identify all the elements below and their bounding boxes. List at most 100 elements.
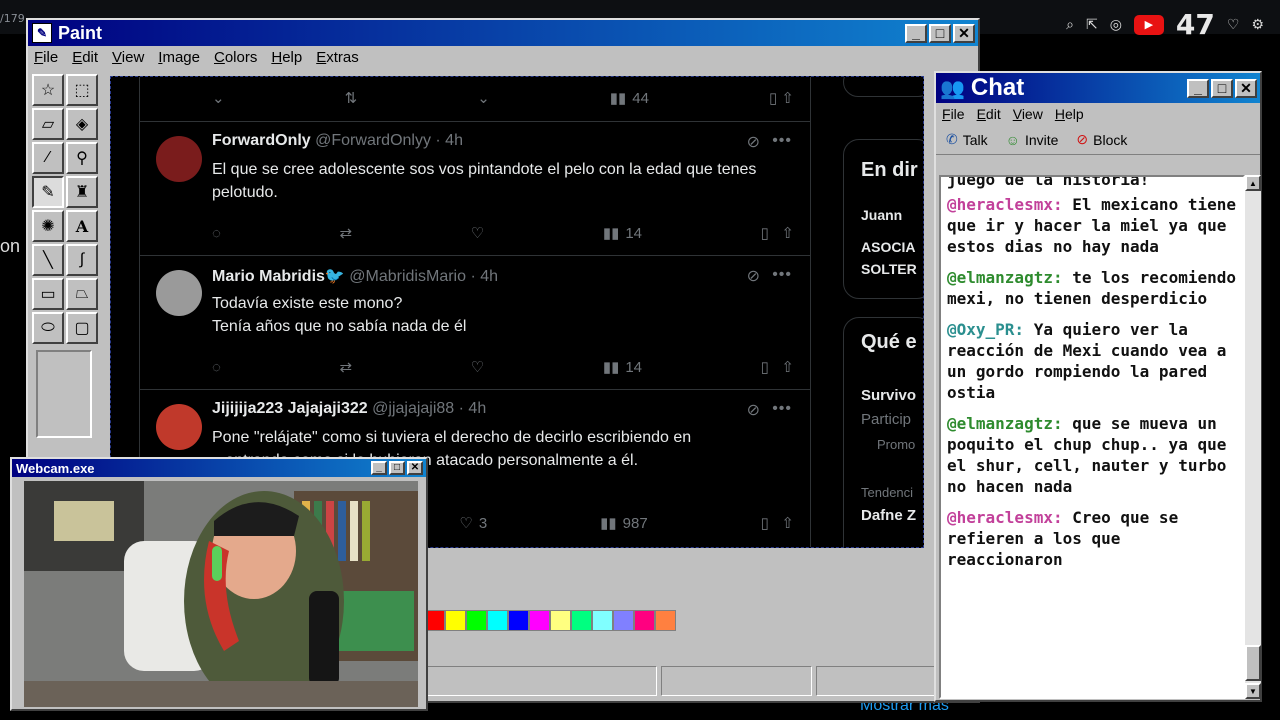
chat-username[interactable]: @elmanzagtz: [947,268,1063,287]
color-swatch[interactable] [592,610,613,631]
color-swatch[interactable] [487,610,508,631]
color-swatch[interactable] [445,610,466,631]
scroll-thumb[interactable] [1245,645,1261,681]
heart-icon[interactable]: ♡ [1227,16,1240,33]
maximize-button[interactable]: □ [389,461,405,475]
more-icon[interactable]: ••• [772,266,792,284]
chat-username[interactable]: @heraclesmx: [947,195,1063,214]
share-icon[interactable]: ⇱ [1086,16,1098,33]
like-icon[interactable]: ♡ [471,222,484,244]
fill-icon[interactable]: ◈ [66,108,98,140]
maximize-button[interactable]: □ [929,23,951,43]
bookmark-share-icon[interactable]: ▯ ⇧ [761,512,794,534]
more-icon[interactable]: ••• [772,132,792,150]
block-button[interactable]: ⊘ Block [1076,131,1127,148]
line-icon[interactable]: ╲ [32,244,64,276]
rect-select-icon[interactable]: ⬚ [66,74,98,106]
maximize-button[interactable]: □ [1211,78,1233,98]
views-icon[interactable]: ▮▮ 14 [603,222,642,244]
tool-options[interactable] [36,350,92,438]
more-icon[interactable]: ••• [772,400,792,418]
grok-icon[interactable]: ⊘ [747,132,760,152]
chat-message: @Oxy_PR: Ya quiero ver la reacción de Me… [947,319,1237,403]
color-picker-icon[interactable]: ⁄ [32,142,64,174]
views-icon[interactable]: ▮▮ 44 [610,87,649,109]
views-icon[interactable]: ▮▮ 987 [600,512,648,534]
close-button[interactable]: ✕ [1235,78,1257,98]
gear-icon[interactable]: ⚙ [1251,16,1264,33]
chat-username[interactable]: @elmanzagtz: [947,414,1063,433]
chat-menu-help[interactable]: Help [1055,106,1084,122]
pencil-icon[interactable]: ✎ [32,176,64,208]
polygon-icon[interactable]: ⏢ [66,278,98,310]
airbrush-icon[interactable]: ✺ [32,210,64,242]
chat-menu-view[interactable]: View [1013,106,1043,122]
views-icon[interactable]: ▮▮ 14 [603,356,642,378]
retweet-icon[interactable]: ⇄ [340,356,353,378]
avatar[interactable] [156,270,202,316]
rectangle-icon[interactable]: ▭ [32,278,64,310]
menu-help[interactable]: Help [271,49,302,66]
close-button[interactable]: ✕ [953,23,975,43]
grok-icon[interactable]: ⊘ [747,400,760,420]
color-swatch[interactable] [634,610,655,631]
text-icon[interactable]: A [66,210,98,242]
chat-username[interactable]: @Oxy_PR: [947,320,1024,339]
color-swatch[interactable] [550,610,571,631]
like-icon[interactable]: ⌄ [477,87,490,109]
menu-colors[interactable]: Colors [214,49,257,66]
avatar[interactable] [156,136,202,182]
invite-button[interactable]: ☺ Invite [1006,131,1059,148]
free-select-icon[interactable]: ☆ [32,74,64,106]
minimize-button[interactable]: _ [371,461,387,475]
bookmark-icon[interactable]: ▯ ⇧ [769,87,794,109]
retweet-icon[interactable]: ⇅ [345,87,358,109]
color-swatch[interactable] [655,610,676,631]
menu-edit[interactable]: Edit [72,49,98,66]
chat-titlebar[interactable]: 👥 Chat _ □ ✕ [936,73,1260,103]
tweet[interactable]: ForwardOnly @ForwardOnlyy · 4h ⊘ ••• El … [140,122,810,256]
retweet-icon[interactable]: ⇄ [340,222,353,244]
rounded-rect-icon[interactable]: ▢ [66,312,98,344]
talk-button[interactable]: ✆ Talk [946,131,988,148]
reply-icon[interactable]: ◌ [212,356,221,378]
chat-username[interactable]: @heraclesmx: [947,508,1063,527]
paint-titlebar[interactable]: ✎ Paint _ □ ✕ [28,20,978,46]
menu-file[interactable]: File [34,49,58,66]
ellipse-icon[interactable]: ⬭ [32,312,64,344]
reply-icon[interactable]: ⌄ [212,87,225,109]
color-swatch[interactable] [508,610,529,631]
bookmark-share-icon[interactable]: ▯ ⇧ [761,356,794,378]
avatar[interactable] [156,404,202,450]
scroll-up-icon[interactable]: ▲ [1245,175,1261,191]
menu-image[interactable]: Image [158,49,200,66]
color-swatch[interactable] [466,610,487,631]
minimize-button[interactable]: _ [1187,78,1209,98]
close-button[interactable]: ✕ [407,461,423,475]
color-swatch[interactable] [571,610,592,631]
color-swatch[interactable] [613,610,634,631]
bookmark-share-icon[interactable]: ▯ ⇧ [761,222,794,244]
menu-view[interactable]: View [112,49,144,66]
like-icon[interactable]: ♡ 3 [459,512,487,534]
menu-extras[interactable]: Extras [316,49,359,66]
brush-icon[interactable]: ♜ [66,176,98,208]
chat-menu-edit[interactable]: Edit [977,106,1001,122]
zoom-icon[interactable]: ⌕ [1066,16,1074,33]
record-icon[interactable]: ◎ [1110,16,1122,33]
curve-icon[interactable]: ∫ [66,244,98,276]
paint-statusbar [424,666,964,696]
tweet[interactable]: Mario Mabridis🐦 @MabridisMario · 4h ⊘ ••… [140,256,810,390]
chat-menu-file[interactable]: File [942,106,965,122]
youtube-icon: ▶ [1133,14,1164,35]
magnifier-icon[interactable]: ⚲ [66,142,98,174]
chat-scrollbar[interactable]: ▲ ▼ [1245,175,1261,699]
color-swatch[interactable] [529,610,550,631]
like-icon[interactable]: ♡ [471,356,484,378]
eraser-icon[interactable]: ▱ [32,108,64,140]
scroll-down-icon[interactable]: ▼ [1245,683,1261,699]
reply-icon[interactable]: ◌ [212,222,221,244]
grok-icon[interactable]: ⊘ [747,266,760,286]
webcam-titlebar[interactable]: Webcam.exe _ □ ✕ [12,459,426,477]
minimize-button[interactable]: _ [905,23,927,43]
